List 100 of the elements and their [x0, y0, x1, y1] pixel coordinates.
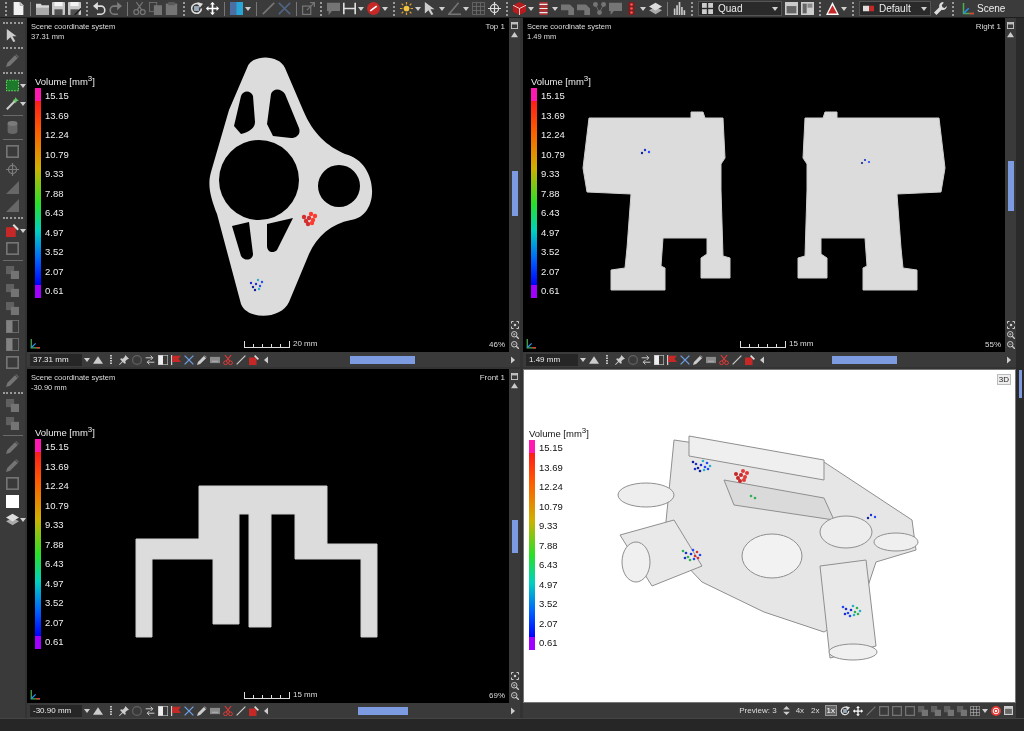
layers-icon[interactable]: [649, 2, 662, 15]
caret-icon[interactable]: [921, 6, 927, 11]
zoom-in-icon[interactable]: [1006, 331, 1015, 339]
caret-icon[interactable]: [841, 6, 847, 11]
rotate-icon[interactable]: [190, 2, 203, 15]
zoom-out-icon[interactable]: [510, 692, 519, 700]
distance-icon[interactable]: [343, 2, 356, 15]
no-entry-icon[interactable]: [367, 2, 380, 15]
fit-view-icon[interactable]: [510, 672, 519, 680]
pin-icon[interactable]: [119, 705, 129, 716]
scroll-left-icon[interactable]: [758, 355, 766, 364]
stacked-squares-icon[interactable]: [944, 705, 954, 716]
zoom-in-icon[interactable]: [510, 331, 519, 339]
scrollbar-thumb[interactable]: [358, 706, 408, 715]
caret-icon[interactable]: [19, 83, 26, 88]
stacked-squares-icon[interactable]: [6, 302, 19, 315]
scrollbar-thumb[interactable]: [511, 520, 518, 553]
pencil-icon[interactable]: [197, 705, 207, 716]
color-map-icon[interactable]: [230, 2, 243, 15]
cross-icon[interactable]: [184, 705, 194, 716]
scrollbar-thumb[interactable]: [1007, 161, 1014, 211]
wrench-icon[interactable]: [934, 2, 947, 15]
box-icon[interactable]: [210, 354, 220, 365]
caret-icon[interactable]: [580, 357, 586, 362]
arrow-up-icon[interactable]: [589, 354, 599, 365]
caret-icon[interactable]: [528, 6, 534, 11]
nodes-icon[interactable]: [593, 2, 606, 15]
caret-icon[interactable]: [463, 6, 469, 11]
open-folder-icon[interactable]: [36, 2, 49, 15]
scrollbar-thumb[interactable]: [832, 355, 897, 364]
stacked-squares-icon[interactable]: [6, 399, 19, 412]
paint-square-icon[interactable]: [5, 224, 19, 237]
contrast-icon[interactable]: [654, 354, 664, 365]
caret-icon[interactable]: [382, 6, 388, 11]
maximize-icon[interactable]: [511, 22, 518, 29]
window-icon[interactable]: [1004, 706, 1013, 715]
caret-icon[interactable]: [19, 101, 26, 106]
caret-icon[interactable]: [84, 357, 90, 362]
fit-view-icon[interactable]: [1006, 321, 1015, 329]
slice-position-field[interactable]: 1.49 mm: [526, 353, 578, 366]
arrow-up-icon[interactable]: [93, 705, 103, 716]
pencil-icon[interactable]: [693, 354, 703, 365]
square-icon[interactable]: [892, 705, 902, 716]
square-icon[interactable]: [6, 145, 19, 158]
square-icon[interactable]: [879, 705, 889, 716]
scene-button[interactable]: Scene: [959, 0, 1009, 17]
caret-icon[interactable]: [982, 708, 988, 713]
caret-icon[interactable]: [640, 6, 646, 11]
scroll-up-icon[interactable]: [1007, 31, 1014, 38]
square-icon[interactable]: [905, 705, 915, 716]
maximize-icon[interactable]: [511, 373, 518, 380]
panel-icon[interactable]: [801, 2, 814, 15]
save-icon[interactable]: [52, 2, 65, 15]
speech-bubble-icon[interactable]: [609, 2, 622, 15]
line-tool-icon[interactable]: [236, 705, 246, 716]
paint-square-icon[interactable]: [249, 705, 259, 716]
magic-wand-icon[interactable]: [5, 97, 19, 110]
export-icon[interactable]: [302, 2, 315, 15]
window-icon[interactable]: [785, 2, 798, 15]
caret-icon[interactable]: [415, 6, 421, 11]
axes-icon[interactable]: [962, 2, 974, 15]
scroll-up-icon[interactable]: [511, 382, 518, 389]
stacked-squares-icon[interactable]: [918, 705, 928, 716]
box-icon[interactable]: [210, 705, 220, 716]
bracket-shape-icon[interactable]: [577, 2, 590, 15]
light-icon[interactable]: [400, 2, 413, 15]
striped-bar-icon[interactable]: [537, 2, 550, 15]
flag-icon[interactable]: [667, 354, 677, 365]
line-tool-icon[interactable]: [236, 354, 246, 365]
stacked-squares-icon[interactable]: [957, 705, 967, 716]
histogram-icon[interactable]: [673, 2, 686, 15]
contrast-icon[interactable]: [158, 705, 168, 716]
flag-icon[interactable]: [171, 354, 181, 365]
layout-grid-icon[interactable]: [702, 3, 713, 14]
crosshair-icon[interactable]: [488, 2, 501, 15]
scroll-up-icon[interactable]: [511, 31, 518, 38]
caret-icon[interactable]: [552, 6, 558, 11]
pencil-icon[interactable]: [197, 354, 207, 365]
scroll-right-icon[interactable]: [509, 706, 517, 715]
quality-button[interactable]: 2x: [809, 705, 822, 716]
move-icon[interactable]: [853, 705, 863, 716]
slice-position-field[interactable]: 37.31 mm: [30, 353, 82, 366]
scrollbar-thumb[interactable]: [350, 355, 415, 364]
paint-square-icon[interactable]: [745, 354, 755, 365]
grid-icon[interactable]: [970, 705, 980, 716]
cut-icon[interactable]: [133, 2, 146, 15]
undo-icon[interactable]: [93, 2, 106, 15]
cube-icon[interactable]: [513, 2, 526, 15]
caret-icon[interactable]: [358, 6, 364, 11]
cylinder-icon[interactable]: [6, 121, 19, 134]
arrow-up-icon[interactable]: [93, 354, 103, 365]
scrollbar-thumb[interactable]: [1018, 370, 1022, 398]
save-as-icon[interactable]: [68, 2, 81, 15]
scroll-left-icon[interactable]: [262, 355, 270, 364]
swap-icon[interactable]: [145, 705, 155, 716]
zoom-out-icon[interactable]: [1006, 341, 1015, 349]
caret-icon[interactable]: [19, 228, 26, 233]
paint-square-icon[interactable]: [249, 354, 259, 365]
pin-icon[interactable]: [615, 354, 625, 365]
cross-icon[interactable]: [680, 354, 690, 365]
